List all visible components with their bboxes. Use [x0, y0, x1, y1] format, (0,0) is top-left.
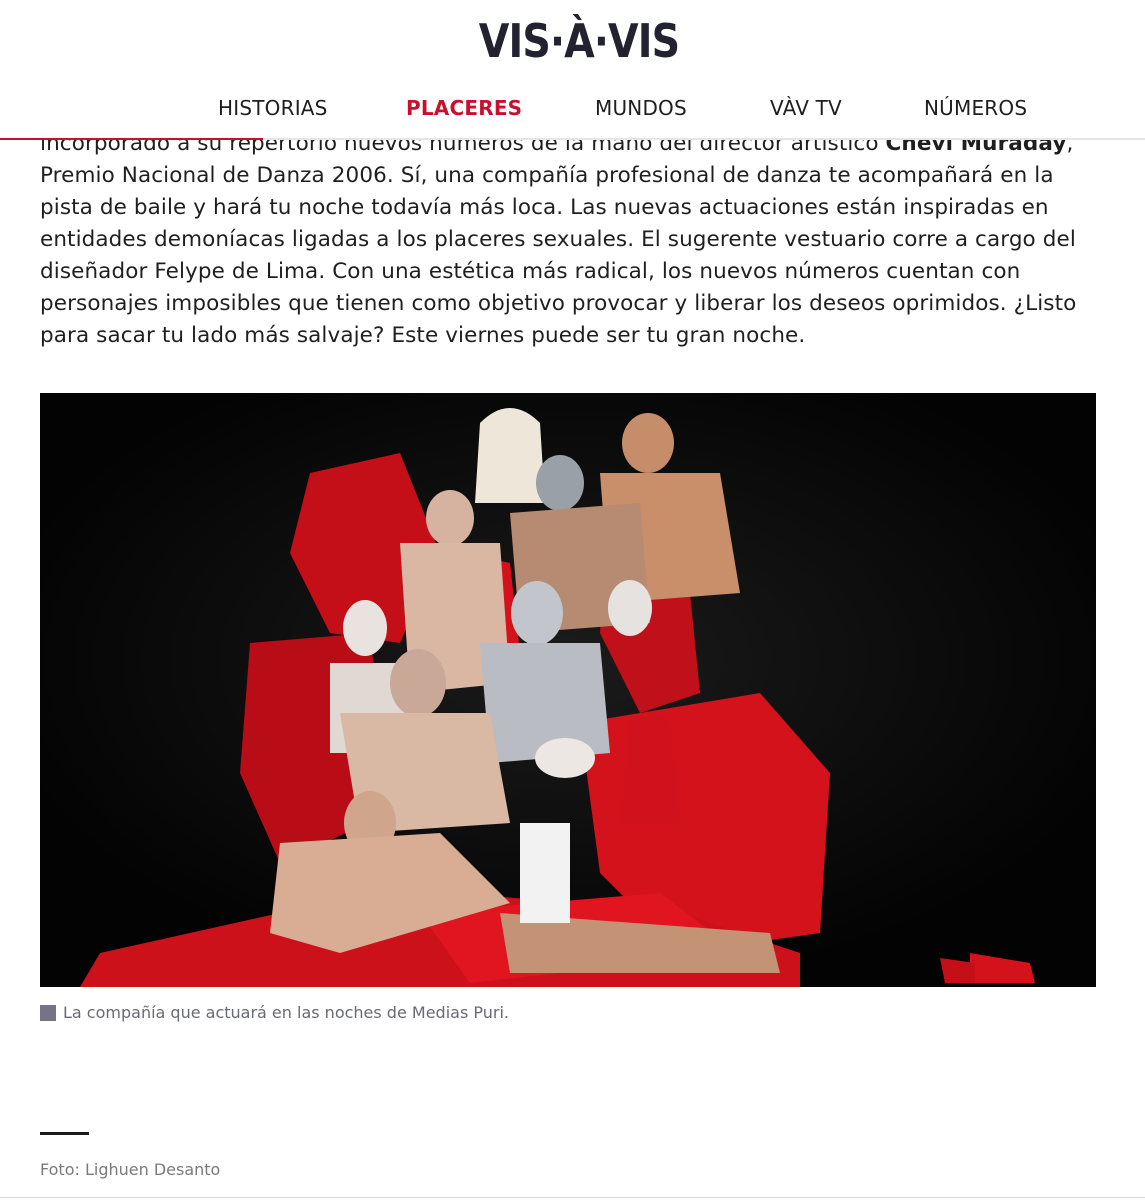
article-paragraph: Premio Nacional de Danza 2006. Sí, una c…	[40, 163, 1077, 348]
reading-progress-bar	[0, 138, 1145, 140]
reading-progress-fill	[0, 138, 264, 140]
main-nav: HISTORIAS PLACERES MUNDOS VÀV TV NÚMEROS	[0, 96, 1145, 126]
photo-credit: Foto: Lighuen Desanto	[40, 1160, 221, 1179]
nav-item-mundos[interactable]: MUNDOS	[595, 96, 687, 120]
article-body: incorporado a su repertorio nuevos númer…	[40, 128, 1105, 352]
site-header: VIS·À·VIS HISTORIAS PLACERES MUNDOS VÀV …	[0, 0, 1145, 140]
caption-marker-icon	[40, 1004, 56, 1021]
nav-item-vav-tv[interactable]: VÀV TV	[770, 96, 842, 120]
article-photo	[40, 393, 1096, 987]
dance-company-photo	[40, 393, 1096, 987]
credit-divider	[40, 1132, 89, 1135]
image-caption: La compañía que actuará en las noches de…	[40, 1003, 509, 1022]
article: incorporado a su repertorio nuevos númer…	[0, 0, 1145, 1200]
bottom-divider	[0, 1197, 1145, 1198]
site-logo[interactable]: VIS·À·VIS	[87, 14, 1072, 68]
nav-item-numeros[interactable]: NÚMEROS	[924, 96, 1027, 120]
image-caption-text: La compañía que actuará en las noches de…	[63, 1003, 509, 1022]
nav-item-historias[interactable]: HISTORIAS	[218, 96, 328, 120]
nav-item-placeres[interactable]: PLACERES	[406, 96, 522, 120]
